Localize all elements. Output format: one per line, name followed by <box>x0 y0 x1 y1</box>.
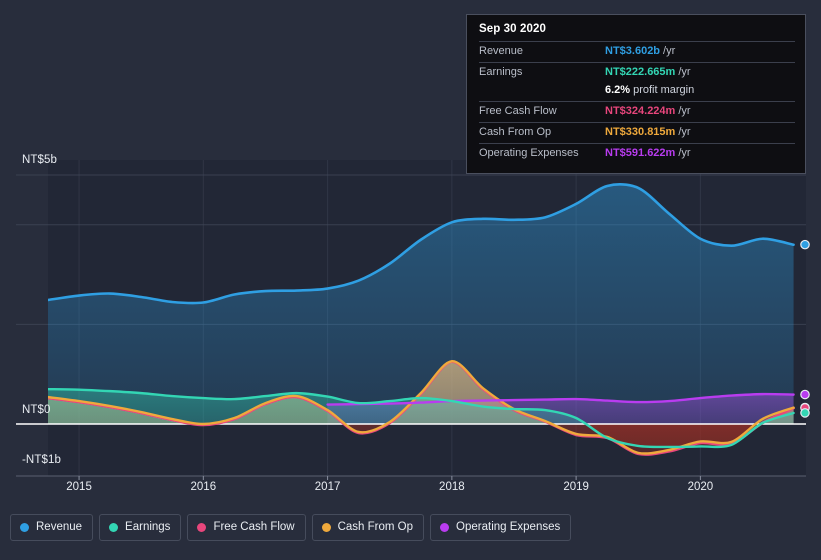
tooltip-row-value: NT$3.602b <box>605 45 661 57</box>
tooltip-row: Earnings NT$222.665m/yr <box>479 62 795 83</box>
legend-item-free-cash-flow[interactable]: Free Cash Flow <box>187 514 306 541</box>
tooltip-row-value: NT$324.224m <box>605 105 676 117</box>
tooltip-row-label: Cash From Op <box>479 126 552 138</box>
legend-color-dot-icon <box>109 523 119 532</box>
tooltip-row-subtext: profit margin <box>633 84 695 96</box>
tooltip-row: Operating Expenses NT$591.622m/yr <box>479 143 795 164</box>
y-axis-label-zero: NT$0 <box>22 404 51 416</box>
y-axis-label-5b: NT$5b <box>22 154 58 166</box>
legend-item-revenue[interactable]: Revenue <box>10 514 94 541</box>
tooltip-row-unit: /yr <box>678 105 691 117</box>
tooltip-row: 6.2% profit margin <box>479 83 795 101</box>
financial-performance-chart: NT$5b NT$0 -NT$1b 2015 2016 2017 2018 2019 20… <box>0 0 821 560</box>
y-axis-label-neg1b: -NT$1b <box>22 454 61 466</box>
legend-item-label: Cash From Op <box>337 521 414 533</box>
legend-color-dot-icon <box>20 523 29 532</box>
data-tooltip: Sep 30 2020 Revenue NT$3.602b/yr Earnings N… <box>466 14 806 174</box>
legend-color-dot-icon <box>440 523 450 532</box>
endpoint-dot-revenue <box>800 239 810 250</box>
legend-item-operating-expenses[interactable]: Operating Expenses <box>430 514 572 541</box>
legend-color-dot-icon <box>321 523 331 532</box>
legend-item-label: Operating Expenses <box>456 521 561 533</box>
legend-item-label: Earnings <box>125 521 171 533</box>
tooltip-rows: Revenue NT$3.602b/yr Earnings NT$222.665m/y… <box>479 41 795 164</box>
x-axis-label-2019: 2019 <box>563 481 589 493</box>
tooltip-row-value: NT$222.665m <box>605 66 676 78</box>
tooltip-row-label: Free Cash Flow <box>479 105 557 117</box>
legend-item-earnings[interactable]: Earnings <box>99 514 182 541</box>
x-axis-label-2016: 2016 <box>190 481 217 493</box>
chart-legend[interactable]: Revenue Earnings Free Cash Flow Cash From O… <box>10 514 572 541</box>
tooltip-row-value: NT$330.815m <box>605 126 676 138</box>
legend-color-dot-icon <box>197 523 207 532</box>
tooltip-row-unit: /yr <box>678 147 691 159</box>
tooltip-date: Sep 30 2020 <box>479 23 546 35</box>
x-axis-label-2017: 2017 <box>314 481 341 493</box>
tooltip-row: Cash From Op NT$330.815m/yr <box>479 122 795 143</box>
legend-item-label: Revenue <box>36 521 83 533</box>
tooltip-row-label: Earnings <box>479 66 523 78</box>
x-axis-label-2015: 2015 <box>66 481 92 493</box>
tooltip-row: Free Cash Flow NT$324.224m/yr <box>479 101 795 122</box>
x-axis-label-2020: 2020 <box>687 481 714 493</box>
x-axis-label-2018: 2018 <box>439 481 465 493</box>
tooltip-row-label: Operating Expenses <box>479 147 579 159</box>
tooltip-row-unit: /yr <box>678 66 691 78</box>
legend-item-cash-from-op[interactable]: Cash From Op <box>311 514 425 541</box>
endpoint-dot-earnings <box>800 408 810 418</box>
endpoint-dot-operating-expenses <box>800 389 810 400</box>
x-axis-ticks <box>16 475 806 480</box>
tooltip-row-unit: /yr <box>678 126 691 138</box>
tooltip-row-value: NT$591.622m <box>605 147 676 159</box>
tooltip-row-label: Revenue <box>479 45 524 57</box>
tooltip-row-value: 6.2% <box>605 84 631 96</box>
tooltip-row: Revenue NT$3.602b/yr <box>479 41 795 62</box>
tooltip-row-unit: /yr <box>663 45 676 57</box>
legend-item-label: Free Cash Flow <box>213 521 295 533</box>
